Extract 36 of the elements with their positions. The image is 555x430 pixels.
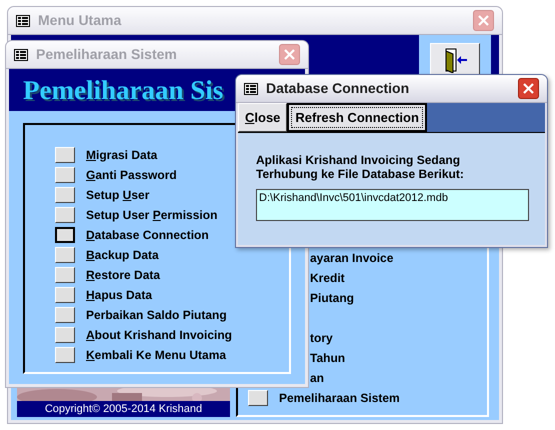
menu-label[interactable]: Setup User — [86, 186, 150, 204]
menu-label[interactable]: Piutang — [310, 289, 354, 307]
menu-label[interactable]: Hapus Data — [86, 286, 152, 304]
menu-label[interactable]: Migrasi Data — [86, 146, 158, 164]
form-heading: Pemeliharaan Sis — [23, 74, 224, 107]
path-field[interactable]: D:\Krishand\Invc\501\invcdat2012.mdb — [256, 189, 529, 221]
menu-label[interactable]: Ganti Password — [86, 166, 177, 184]
menu-label[interactable]: Backup Data — [86, 246, 159, 264]
menu-label[interactable]: an — [310, 369, 324, 387]
menu-label[interactable]: Setup User Permission — [86, 206, 218, 224]
exit-button[interactable] — [430, 43, 480, 77]
copyright-text: Copyright© 2005-2014 Krishand — [44, 402, 202, 417]
menu-label[interactable]: Database Connection — [86, 226, 209, 244]
close-icon — [284, 49, 295, 60]
toolbar-button[interactable]: Refresh Connection — [287, 103, 427, 132]
menu-label[interactable]: Kembali Ke Menu Utama — [86, 346, 226, 364]
menu-label[interactable]: Kredit — [310, 269, 345, 287]
menu-button[interactable] — [55, 227, 75, 243]
window-title: Menu Utama — [38, 11, 122, 30]
close-button[interactable] — [518, 78, 539, 99]
window-title: Database Connection — [266, 79, 410, 98]
toolbar-button[interactable]: Close — [238, 103, 288, 132]
menu-label[interactable]: Perbaikan Saldo Piutang — [86, 306, 227, 324]
menu-label[interactable]: ayaran Invoice — [310, 249, 394, 267]
menu-label[interactable]: tory — [310, 329, 333, 347]
form-icon — [244, 82, 258, 94]
connection-message: Aplikasi Krishand Invoicing Sedang Terhubung ke File Database Berikut: — [256, 153, 465, 181]
close-icon — [523, 83, 534, 94]
close-icon — [478, 15, 489, 26]
menu-label[interactable]: Pemeliharaan Sistem — [279, 389, 400, 407]
menu-label[interactable]: About Krishand Invoicing — [86, 326, 232, 344]
window-title: Pemeliharaan Sistem — [36, 45, 178, 64]
form-icon — [16, 14, 30, 26]
menu-label[interactable]: Tahun — [310, 349, 346, 367]
form-icon — [14, 48, 28, 60]
menu-label[interactable]: Restore Data — [86, 266, 160, 284]
